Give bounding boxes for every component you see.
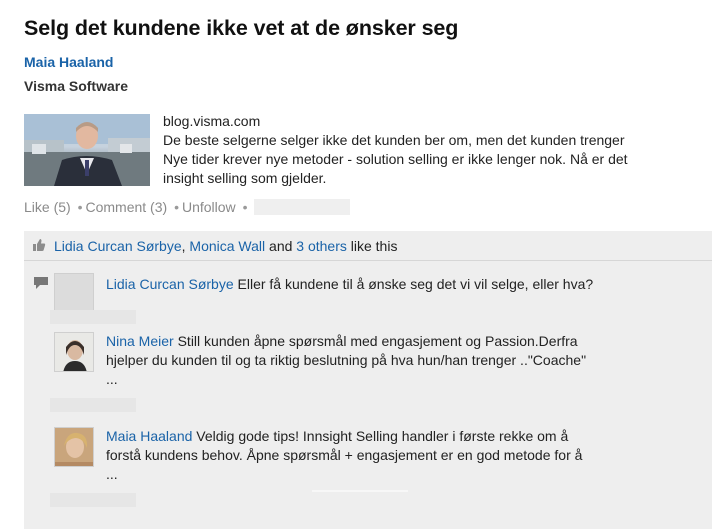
share-domain[interactable]: blog.visma.com	[163, 112, 714, 131]
share-description-line: insight selling som gjelder.	[163, 170, 327, 186]
comment: Maia Haaland Veldig gode tips! Innsight …	[106, 427, 706, 484]
share-thumbnail-image	[24, 114, 150, 186]
default-avatar-icon	[55, 274, 93, 312]
likes-text: Lidia Curcan Sørbye, Monica Wall and 3 o…	[54, 238, 397, 254]
comment-link[interactable]: Comment (3)	[85, 199, 167, 215]
avatar[interactable]	[54, 332, 94, 372]
share-description-line: De beste selgerne selger ikke det kunden…	[163, 132, 625, 148]
author-company: Visma Software	[24, 78, 129, 94]
comment-author-link[interactable]: Nina Meier	[106, 333, 174, 349]
post-actions: Like (5) • Comment (3) • Unfollow •	[24, 199, 351, 215]
share-description-line: Nye tider krever nye metoder - solution …	[163, 151, 628, 167]
share-thumbnail[interactable]	[24, 114, 150, 186]
avatar[interactable]	[54, 427, 94, 467]
liker-link[interactable]: Monica Wall	[189, 238, 265, 254]
separator: •	[77, 199, 83, 215]
divider	[312, 490, 408, 492]
unfollow-link[interactable]: Unfollow	[182, 199, 236, 215]
likes-suffix: like this	[346, 238, 398, 254]
comment-body: Veldig gode tips! Innsight Selling handl…	[196, 428, 569, 444]
comment-icon	[34, 276, 48, 294]
comment-body-line: forstå kundens behov. Åpne spørsmål + en…	[106, 447, 583, 463]
comment-more[interactable]: ...	[106, 370, 706, 389]
comment-author-link[interactable]: Maia Haaland	[106, 428, 192, 444]
author-name-link[interactable]: Maia Haaland	[24, 54, 113, 70]
avatar[interactable]	[54, 273, 94, 313]
comment-body: Eller få kundene til å ønske seg det vi …	[237, 276, 594, 292]
comment-more[interactable]: ...	[106, 465, 706, 484]
post-title: Selg det kundene ikke vet at de ønsker s…	[24, 16, 459, 40]
separator: •	[242, 199, 248, 215]
likes-comma: ,	[181, 238, 186, 254]
separator: •	[174, 199, 179, 215]
likes-and: and	[265, 238, 297, 254]
avatar-photo	[55, 333, 93, 371]
avatar-photo	[55, 428, 93, 466]
comment-body-line: hjelper du kunden til og ta riktig beslu…	[106, 352, 587, 368]
liker-link[interactable]: Lidia Curcan Sørbye	[54, 238, 182, 254]
share-body: blog.visma.com De beste selgerne selger …	[163, 112, 714, 188]
redacted-comment-meta	[50, 310, 136, 324]
comment: Nina Meier Still kunden åpne spørsmål me…	[106, 332, 706, 389]
others-link[interactable]: 3 others	[296, 238, 347, 254]
comment-author-link[interactable]: Lidia Curcan Sørbye	[106, 276, 234, 292]
redacted-timestamp	[254, 199, 351, 215]
thumbs-up-icon	[32, 238, 46, 257]
comment: Lidia Curcan Sørbye Eller få kundene til…	[106, 275, 706, 294]
redacted-comment-meta	[50, 398, 136, 412]
like-link[interactable]: Like (5)	[24, 199, 71, 215]
comment-body: Still kunden åpne spørsmål med engasjeme…	[177, 333, 578, 349]
redacted-comment-meta	[50, 493, 136, 507]
